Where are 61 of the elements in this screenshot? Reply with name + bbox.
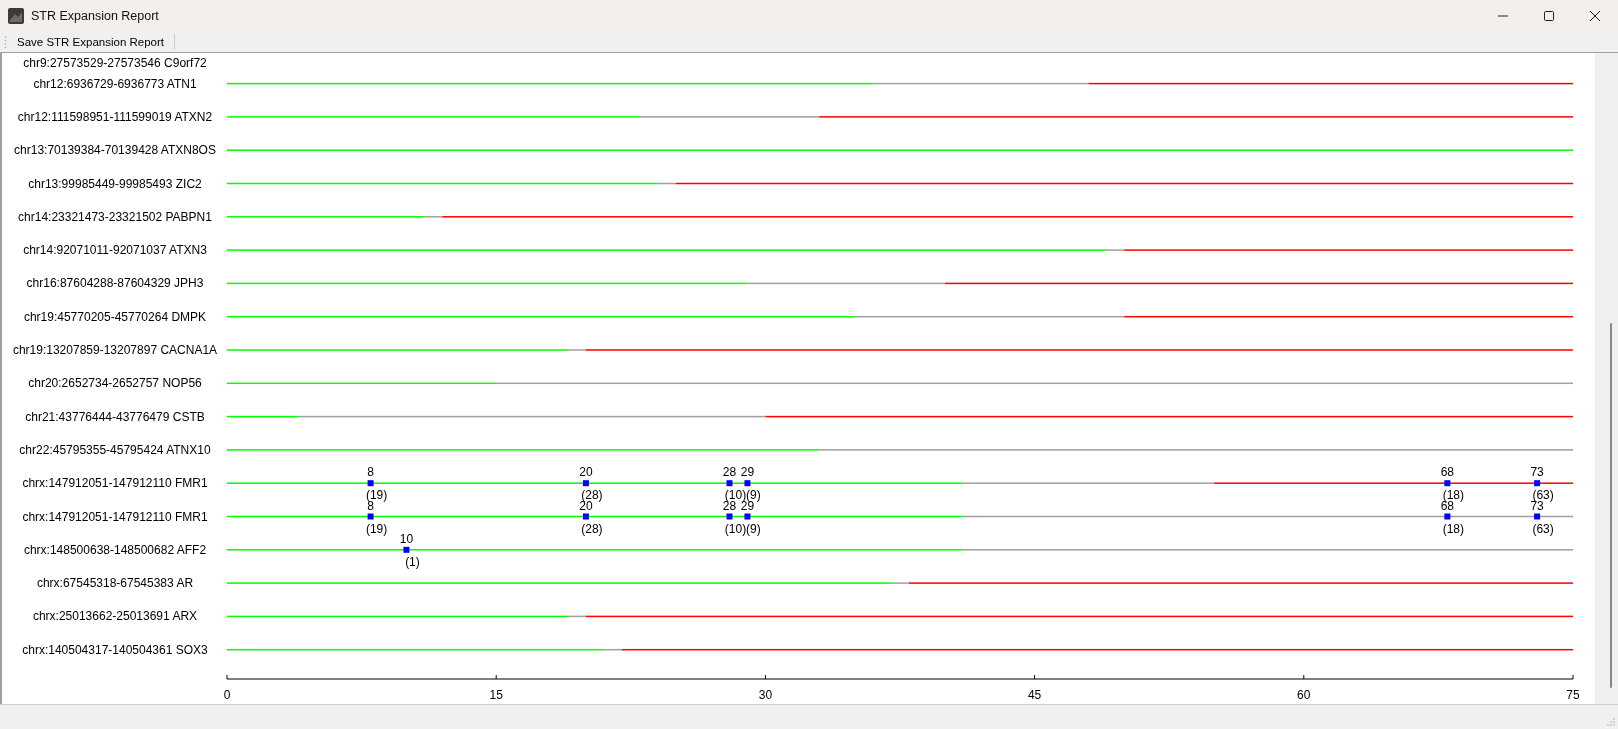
scrollbar-thumb[interactable] <box>1610 323 1612 688</box>
marker-value: 20 <box>579 465 593 480</box>
category-label: chr19:45770205-45770264 DMPK <box>23 309 207 324</box>
category-label: chrx:147912051-147912110 FMR1 <box>22 509 208 524</box>
category-label: chr12:6936729-6936773 ATN1 <box>33 76 197 91</box>
marker-note: (18) <box>1442 521 1465 536</box>
marker-point <box>1444 513 1451 520</box>
axis-tick-label: 30 <box>758 688 773 702</box>
category-label: chrx:148500638-148500682 AFF2 <box>23 542 207 557</box>
maximize-icon <box>1543 9 1555 22</box>
marker-point <box>367 480 374 487</box>
close-icon <box>1589 9 1601 22</box>
save-report-button[interactable]: Save STR Expansion Report <box>13 33 169 50</box>
resize-grip-icon <box>1607 718 1615 726</box>
window-title: STR Expansion Report <box>31 8 159 23</box>
category-label: chr22:45795355-45795424 ATNX10 <box>19 442 211 457</box>
category-label: chr9:27573529-27573546 C9orf72 <box>23 56 207 70</box>
marker-point <box>726 480 733 487</box>
marker-point <box>582 480 589 487</box>
marker-note: (63) <box>1532 521 1554 536</box>
marker-value: 28 <box>722 465 737 480</box>
marker-value: 8 <box>367 465 374 480</box>
marker-value: 73 <box>1530 465 1544 480</box>
marker-point <box>744 480 751 487</box>
marker-point <box>367 513 374 520</box>
marker-point <box>1534 513 1541 520</box>
category-label: chr14:92071011-92071037 ATXN3 <box>23 243 207 258</box>
category-label: chr14:23321473-23321502 PABPN1 <box>18 209 212 224</box>
toolbar-grip-icon <box>4 34 7 49</box>
vertical-scrollbar[interactable] <box>1595 53 1618 704</box>
app-icon <box>8 7 24 24</box>
category-label: chr12:111598951-111599019 ATXN2 <box>17 109 213 124</box>
category-label: chr21:43776444-43776479 CSTB <box>25 409 205 424</box>
marker-point <box>1444 480 1451 487</box>
marker-note: (1) <box>405 554 420 569</box>
marker-note: (19) <box>365 521 388 536</box>
category-label: chr19:13207859-13207897 CACNA1A <box>12 343 218 357</box>
marker-point <box>582 513 589 520</box>
marker-point <box>744 513 751 520</box>
category-label: chrx:67545318-67545383 AR <box>36 576 194 591</box>
marker-note: (9) <box>746 521 761 536</box>
axis-tick-label: 60 <box>1297 688 1311 702</box>
category-label: chr20:2652734-2652757 NOP56 <box>28 376 202 391</box>
marker-value: 29 <box>740 465 755 480</box>
marker-value: 10 <box>399 531 414 546</box>
marker-value: 68 <box>1440 465 1455 480</box>
marker-point <box>403 546 410 553</box>
category-label: chr13:99985449-99985493 ZIC2 <box>28 176 202 191</box>
axis-tick-label: 15 <box>489 688 503 702</box>
marker-point <box>726 513 733 520</box>
category-label: chrx:147912051-147912110 FMR1 <box>22 476 208 491</box>
axis-tick-label: 45 <box>1027 688 1042 702</box>
category-label: chrx:140504317-140504361 SOX3 <box>22 642 208 657</box>
marker-note: (28) <box>581 521 603 536</box>
marker-point <box>1534 480 1541 487</box>
category-label: chrx:25013662-25013691 ARX <box>32 609 198 624</box>
category-label: chr13:70139384-70139428 ATXN8OS <box>14 143 216 158</box>
category-label: chr16:87604288-87604329 JPH3 <box>26 276 204 291</box>
axis-tick-label: 75 <box>1566 688 1580 702</box>
marker-note: (10) <box>724 521 747 536</box>
axis-tick-label: 0 <box>223 688 231 702</box>
